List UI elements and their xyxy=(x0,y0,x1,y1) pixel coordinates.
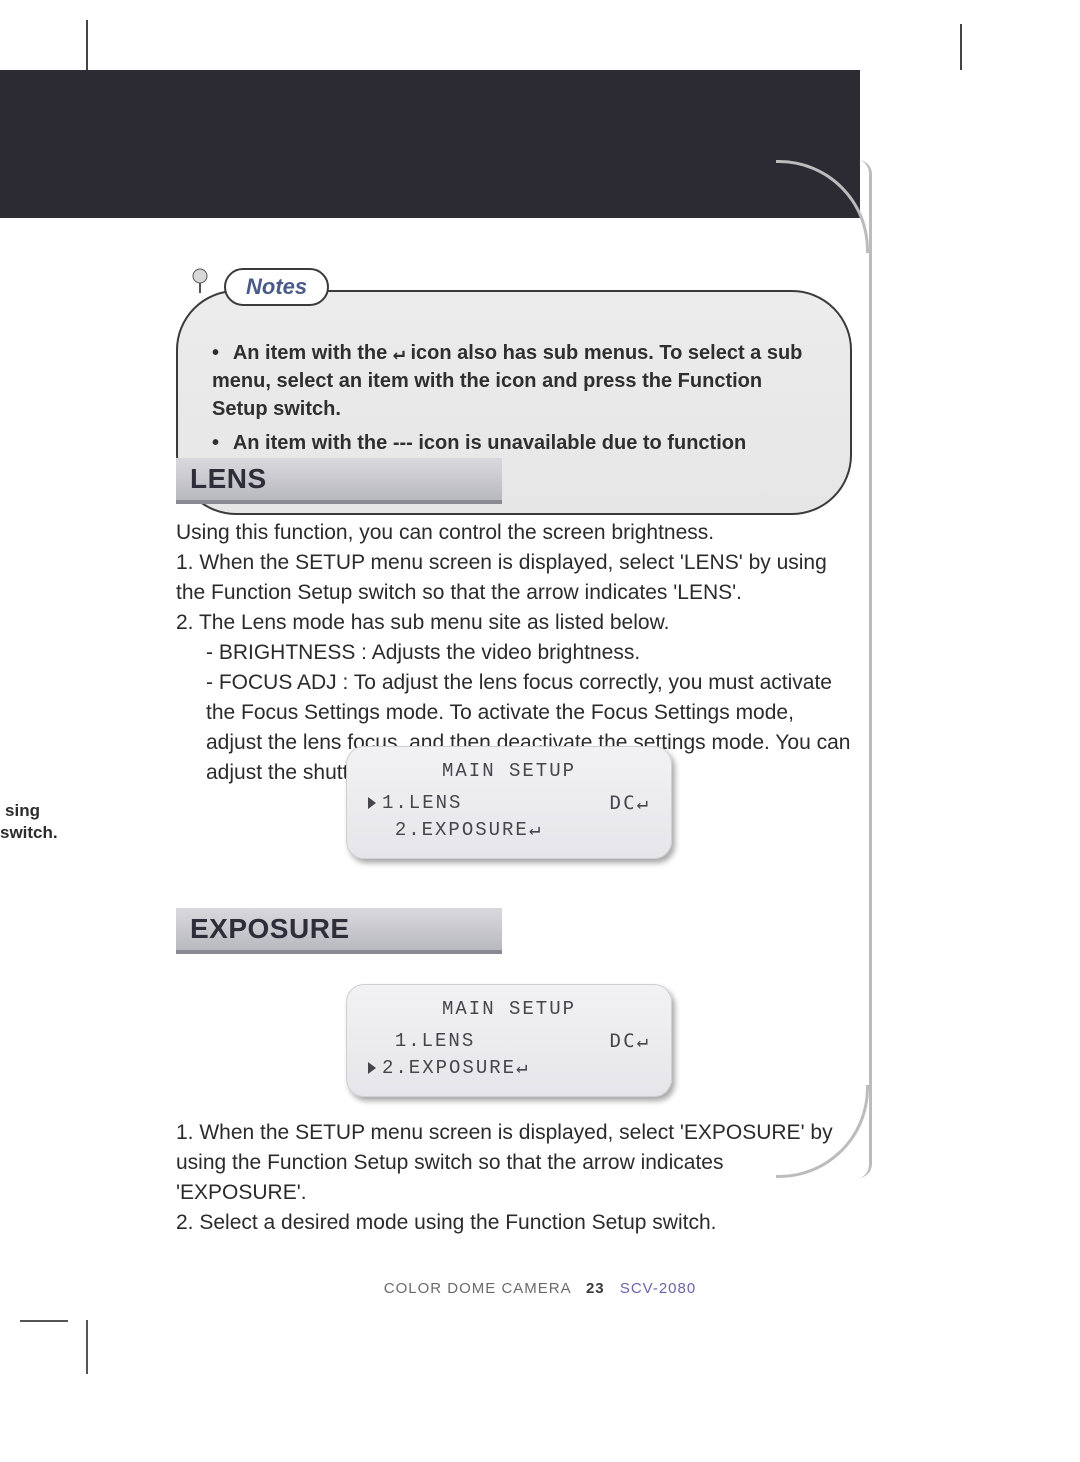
page: Notes • An item with the ↵ icon also has… xyxy=(0,0,1080,1462)
exposure-step: 1. When the SETUP menu screen is display… xyxy=(176,1118,852,1208)
panel-right-edge xyxy=(858,160,872,1178)
osd-right: DC↵ xyxy=(610,792,650,814)
footer-left: COLOR DOME CAMERA xyxy=(384,1280,571,1297)
crop-mark xyxy=(86,1320,88,1374)
left-page-fragment: sing switch. xyxy=(0,800,40,844)
osd-left: 2.EXPOSURE↵ xyxy=(382,1057,529,1079)
heading-text: EXPOSURE xyxy=(190,913,350,945)
note-text: An item with the xyxy=(233,342,393,364)
section-heading-exposure: EXPOSURE xyxy=(176,908,502,954)
footer-model: SCV-2080 xyxy=(620,1280,696,1297)
osd-row: 1.LENS DC↵ xyxy=(364,790,654,816)
cursor-icon xyxy=(368,797,376,809)
cursor-icon xyxy=(368,1062,376,1074)
osd-row: 2.EXPOSURE↵ xyxy=(364,816,654,843)
fragment-line: sing xyxy=(0,800,40,822)
osd-left: 1.LENS xyxy=(395,1030,475,1052)
exposure-body: 1. When the SETUP menu screen is display… xyxy=(176,1118,852,1238)
lens-subitem: - BRIGHTNESS : Adjusts the video brightn… xyxy=(176,638,852,668)
exposure-step: 2. Select a desired mode using the Funct… xyxy=(176,1208,852,1238)
crop-mark xyxy=(86,20,88,70)
osd-left: 1.LENS xyxy=(382,792,462,814)
crop-mark xyxy=(960,24,962,70)
return-icon: ↵ xyxy=(393,340,405,364)
osd-screen-lens: MAIN SETUP 1.LENS DC↵ 2.EXPOSURE↵ xyxy=(346,746,672,859)
heading-text: LENS xyxy=(190,463,267,495)
notes-label: Notes xyxy=(224,268,329,306)
pin-icon xyxy=(188,266,216,294)
notes-item: • An item with the ↵ icon also has sub m… xyxy=(212,338,822,423)
page-number: 23 xyxy=(586,1280,605,1297)
lens-step: 2. The Lens mode has sub menu site as li… xyxy=(176,608,852,638)
osd-left: 2.EXPOSURE↵ xyxy=(395,819,542,841)
osd-row: 1.LENS DC↵ xyxy=(364,1028,654,1054)
top-dark-band xyxy=(0,70,860,218)
osd-title: MAIN SETUP xyxy=(364,760,654,782)
osd-right: DC↵ xyxy=(610,1030,650,1052)
section-heading-lens: LENS xyxy=(176,458,502,504)
osd-row: 2.EXPOSURE↵ xyxy=(364,1054,654,1081)
osd-title: MAIN SETUP xyxy=(364,998,654,1020)
page-footer: COLOR DOME CAMERA 23 SCV-2080 xyxy=(0,1280,1080,1297)
fragment-line: switch. xyxy=(0,822,40,844)
lens-step: 1. When the SETUP menu screen is display… xyxy=(176,548,852,608)
lens-intro: Using this function, you can control the… xyxy=(176,518,852,548)
crop-mark xyxy=(20,1320,68,1322)
osd-screen-exposure: MAIN SETUP 1.LENS DC↵ 2.EXPOSURE↵ xyxy=(346,984,672,1097)
